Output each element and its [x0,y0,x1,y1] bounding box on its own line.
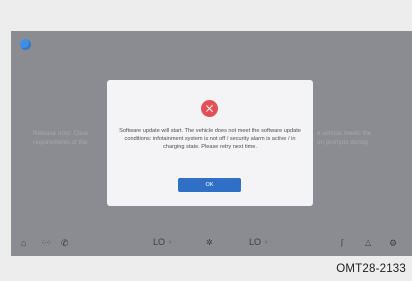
background-text-line: on prompts during [317,139,368,146]
apps-grid-icon[interactable]: ⁘⁘ [41,239,52,249]
warning-icon[interactable]: △ [365,238,371,248]
chevron-right-icon[interactable]: › [265,238,267,248]
steering-heat-icon[interactable]: ʃ [341,238,343,248]
dialog-message: Software update will start. The vehicle … [119,128,301,151]
background-text-line: Release note: Clear [33,130,89,137]
error-dialog: Software update will start. The vehicle … [107,80,313,206]
ok-button[interactable]: OK [178,178,241,192]
driver-temperature[interactable]: LO [153,237,165,247]
passenger-temperature[interactable]: LO [249,237,261,247]
background-text-left: Release note: Clear requirements of the [33,129,89,147]
infotainment-screen: Release note: Clear requirements of the … [11,31,412,256]
settings-icon[interactable]: ⚙ [389,238,397,248]
bottom-navigation-bar: ⌂ ⁘⁘ ✆ LO › ✲ LO › ʃ △ ⚙ [11,231,412,256]
background-text-line: e vehicle meets the [317,130,372,137]
fan-icon[interactable]: ✲ [206,238,213,248]
chevron-right-icon[interactable]: › [169,238,171,248]
background-text-line: requirements of the [33,139,88,146]
phone-icon[interactable]: ✆ [61,238,69,248]
figure-caption: OMT28-2133 [336,263,406,275]
error-x-icon [201,100,218,117]
background-text-right: e vehicle meets the on prompts during [317,129,371,147]
status-indicator-icon [20,39,31,50]
home-icon[interactable]: ⌂ [21,238,26,248]
